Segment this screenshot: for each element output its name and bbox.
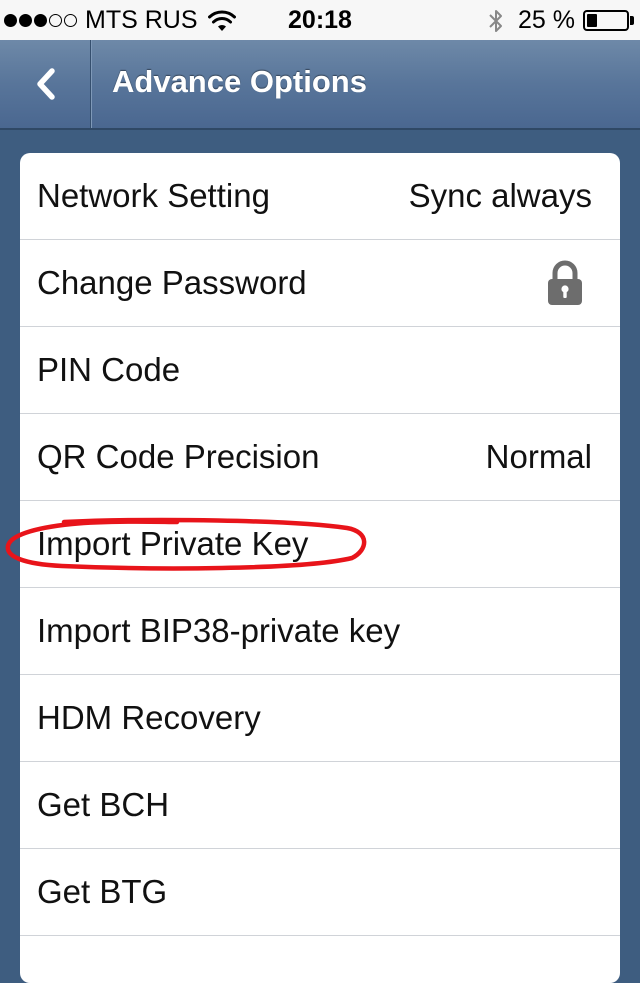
battery-percent: 25 % <box>518 6 575 34</box>
network-setting-row[interactable]: Network Setting Sync always <box>20 153 620 240</box>
row-label: Change Password <box>37 264 307 301</box>
page-title: Advance Options <box>112 64 367 99</box>
settings-list: Network Setting Sync always Change Passw… <box>20 153 620 983</box>
pin-code-row[interactable]: PIN Code <box>20 327 620 414</box>
status-right: 25 % <box>488 6 634 35</box>
row-label: QR Code Precision <box>37 438 320 475</box>
row-label: PIN Code <box>37 351 181 388</box>
battery-tip <box>630 16 634 25</box>
row-value: Sync always <box>408 177 592 214</box>
import-bip38-private-key-row[interactable]: Import BIP38-private key <box>20 588 620 675</box>
lock-icon <box>548 260 582 305</box>
import-private-key-row[interactable]: Import Private Key <box>20 501 620 588</box>
row-label: Import BIP38-private key <box>37 612 401 649</box>
status-bar: MTS RUS 20:18 25 % <box>0 0 640 40</box>
get-bch-row[interactable]: Get BCH <box>20 762 620 849</box>
row-label: Get BTG <box>37 873 168 910</box>
bluetooth-icon <box>489 9 503 32</box>
change-password-row[interactable]: Change Password <box>20 240 620 327</box>
hdm-recovery-row[interactable]: HDM Recovery <box>20 675 620 762</box>
back-button[interactable] <box>0 40 91 128</box>
battery-icon <box>583 10 629 31</box>
row-label: HDM Recovery <box>37 699 261 736</box>
chevron-left-icon <box>37 68 55 100</box>
qr-code-precision-row[interactable]: QR Code Precision Normal <box>20 414 620 501</box>
navigation-bar: Advance Options <box>0 40 640 130</box>
row-label: Import Private Key <box>37 525 309 562</box>
row-label: Get BCH <box>37 786 170 823</box>
battery-fill <box>587 14 597 27</box>
row-value: Normal <box>485 438 592 475</box>
get-btg-row[interactable]: Get BTG <box>20 849 620 936</box>
row-label: Network Setting <box>37 177 270 214</box>
